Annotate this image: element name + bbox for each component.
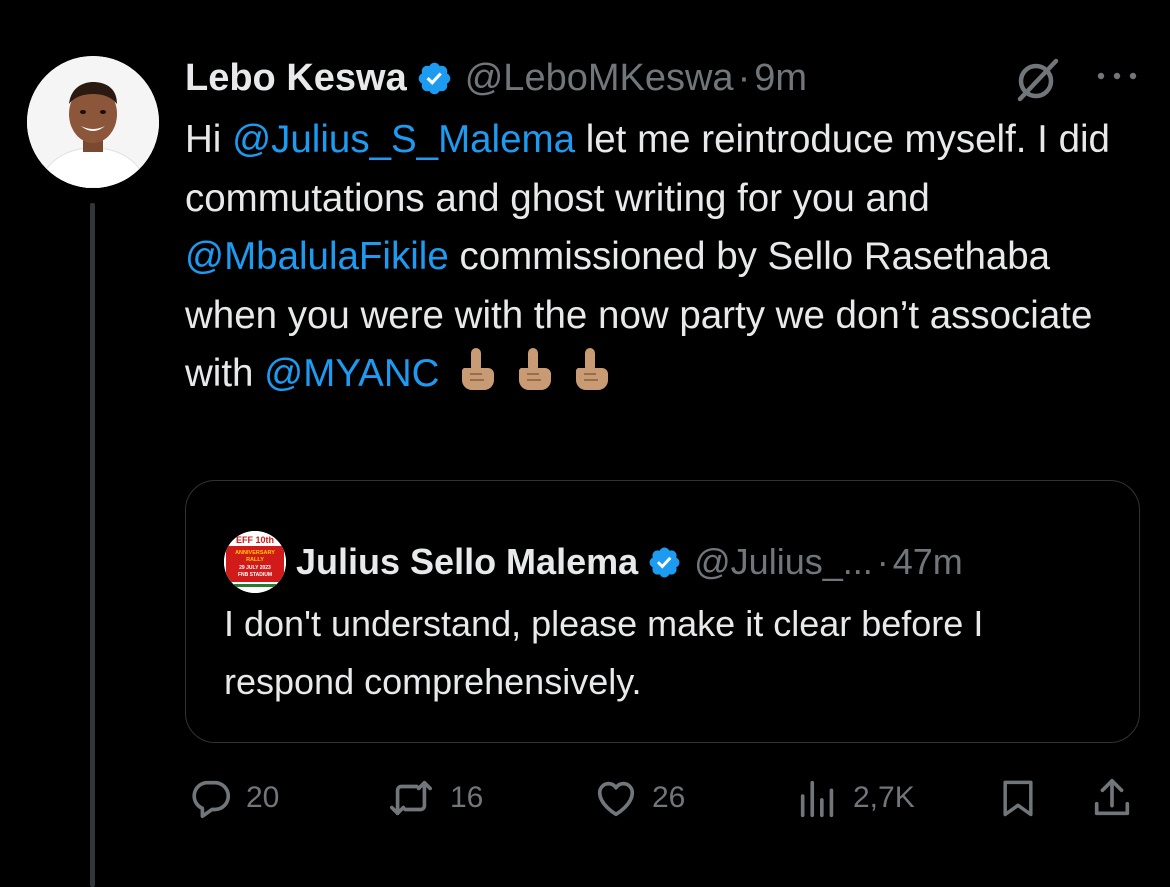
index-pointing-up-emoji-icon [456,346,496,392]
quoted-tweet-header: Julius Sello Malema @Julius_... · 47m [296,531,963,593]
author-handle[interactable]: @LeboMKeswa [465,57,734,100]
like-count: 26 [652,781,686,814]
quoted-avatar-text: FNB STADIUM [238,572,272,578]
verified-badge-icon[interactable] [416,60,453,97]
author-avatar[interactable] [27,56,159,188]
quoted-author-avatar[interactable]: EFF 10th ANNIVERSARY RALLY 29 JULY 2023 … [224,531,286,593]
mention-link[interactable]: @Julius_S_Malema [232,118,575,161]
quoted-tweet-text: I don't understand, please make it clear… [224,603,984,702]
verified-badge-icon[interactable] [647,545,682,580]
bookmark-button[interactable] [996,770,1040,826]
index-pointing-up-emoji-icon [513,346,553,392]
tweet-header: Lebo Keswa @LeboMKeswa · 9m [185,52,807,104]
repost-count: 16 [450,781,484,814]
tweet-time[interactable]: 9m [754,57,807,100]
reply-count: 20 [246,781,280,814]
reply-icon [192,780,231,819]
author-name[interactable]: Lebo Keswa [185,57,407,100]
reply-button[interactable]: 20 [188,770,279,826]
mention-link[interactable]: @MbalulaFikile [185,235,449,278]
bookmark-icon [1003,780,1033,817]
quoted-avatar-text: ANNIVERSARY [235,550,275,556]
tweet-text-segment: Hi [185,118,233,161]
views-button[interactable]: 2,7K [795,770,915,826]
quoted-tweet[interactable]: EFF 10th ANNIVERSARY RALLY 29 JULY 2023 … [185,480,1140,743]
mention-link[interactable]: @MYANC [264,352,439,395]
index-pointing-up-emoji-icon [570,346,610,392]
like-button[interactable]: 26 [592,770,685,826]
share-icon [1094,778,1130,816]
grok-icon[interactable] [1012,55,1062,105]
quoted-tweet-time[interactable]: 47m [893,541,963,583]
separator-dot: · [737,56,751,99]
separator-dot: · [876,541,889,582]
repost-icon [390,780,432,816]
quoted-author-name[interactable]: Julius Sello Malema [296,541,638,583]
quoted-author-handle[interactable]: @Julius_... [694,541,873,583]
more-icon[interactable] [1093,63,1141,89]
repost-button[interactable]: 16 [384,770,483,826]
share-button[interactable] [1089,770,1135,826]
quoted-avatar-text: RALLY [246,557,264,563]
views-count: 2,7K [853,781,915,814]
views-icon [800,780,834,818]
thread-line [90,203,95,887]
like-icon [597,781,635,817]
quoted-avatar-text: EFF 10th [236,535,274,545]
tweet-text: Hi @Julius_S_Malema let me reintroduce m… [185,111,1145,404]
quoted-avatar-text: 29 JULY 2023 [239,565,271,571]
